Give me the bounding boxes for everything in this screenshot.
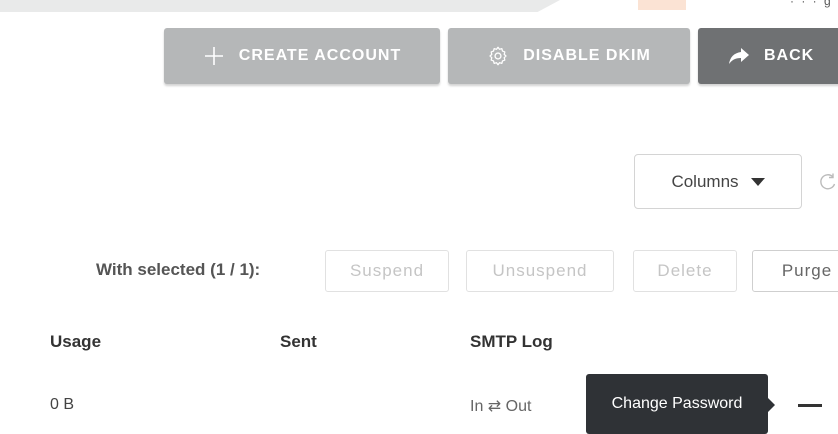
tooltip-text: Change Password	[611, 395, 743, 412]
disable-dkim-button[interactable]: DISABLE DKIM	[448, 28, 690, 84]
back-button[interactable]: BACK	[698, 28, 838, 84]
plus-icon	[204, 47, 223, 65]
back-label: BACK	[764, 47, 815, 64]
tooltip-arrow	[768, 398, 775, 412]
columns-dropdown[interactable]: Columns	[634, 154, 802, 209]
column-header-smtp-log[interactable]: SMTP Log	[470, 332, 553, 352]
smtp-log-link[interactable]: In ⇄ Out	[470, 396, 531, 416]
top-accent-block	[638, 0, 686, 10]
unsuspend-button[interactable]: Unsuspend	[466, 250, 614, 292]
refresh-icon[interactable]	[818, 172, 838, 192]
suspend-button[interactable]: Suspend	[325, 250, 449, 292]
cell-usage: 0 B	[50, 396, 75, 413]
caret-down-icon	[750, 177, 765, 186]
columns-label: Columns	[671, 171, 739, 191]
change-password-tooltip: Change Password	[586, 374, 768, 434]
disable-dkim-label: DISABLE DKIM	[523, 47, 651, 64]
delete-button[interactable]: Delete	[633, 250, 737, 292]
purge-button[interactable]: Purge	[752, 250, 838, 292]
create-account-button[interactable]: CREATE ACCOUNT	[164, 28, 440, 84]
minus-icon[interactable]	[798, 404, 822, 407]
top-right-text: · · · g	[790, 0, 833, 8]
share-arrow-icon	[729, 48, 749, 64]
create-account-label: CREATE ACCOUNT	[238, 47, 402, 64]
column-header-sent[interactable]: Sent	[280, 332, 317, 352]
top-toolbar-strip	[0, 0, 560, 12]
gear-icon	[489, 46, 507, 66]
column-header-usage[interactable]: Usage	[50, 332, 101, 352]
with-selected-label: With selected (1 / 1):	[96, 260, 261, 279]
